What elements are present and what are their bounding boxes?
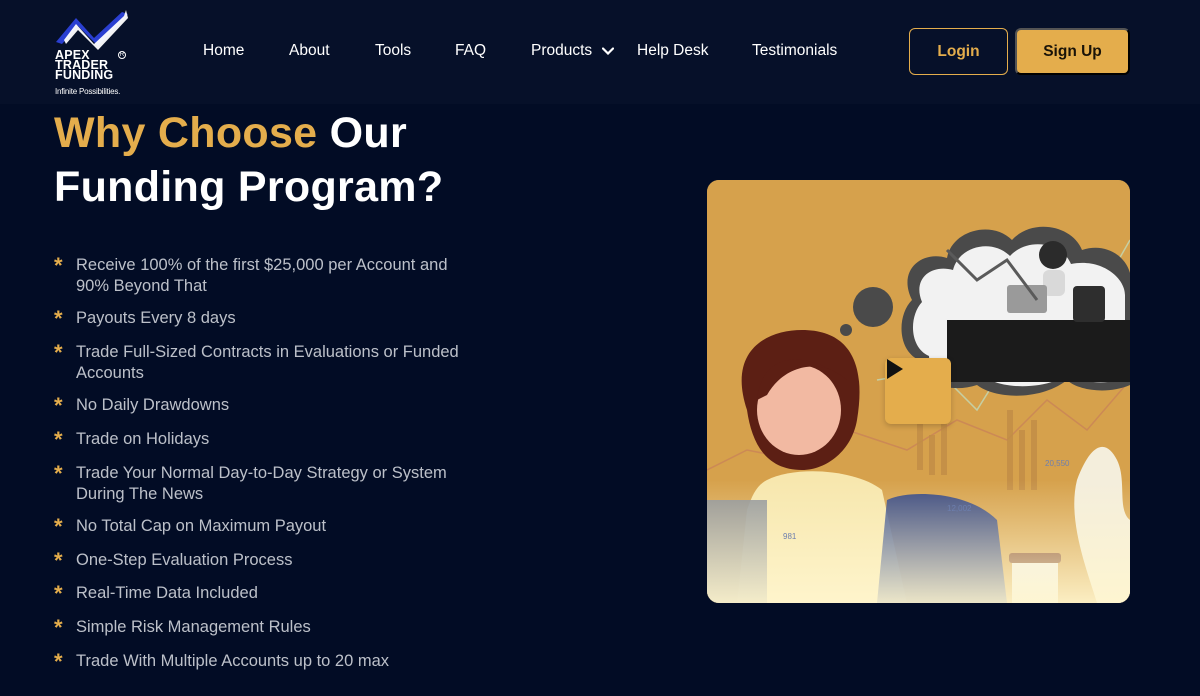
feature-text: Receive 100% of the first $25,000 per Ac… xyxy=(76,256,448,295)
login-button[interactable]: Login xyxy=(909,28,1008,75)
asterisk-icon: * xyxy=(54,649,63,674)
asterisk-icon: * xyxy=(54,393,63,418)
logo-mark-icon xyxy=(56,10,128,50)
feature-text: Trade Full-Sized Contracts in Evaluation… xyxy=(76,343,459,382)
title-rest-2: Funding Program? xyxy=(54,163,444,211)
feature-item: * No Daily Drawdowns xyxy=(54,393,484,418)
asterisk-icon: * xyxy=(54,514,63,539)
asterisk-icon: * xyxy=(54,306,63,331)
nav-tools[interactable]: Tools xyxy=(375,42,411,60)
feature-text: Real-Time Data Included xyxy=(76,584,258,602)
title-rest-1: Our xyxy=(329,109,408,157)
nav-help-desk[interactable]: Help Desk xyxy=(637,42,709,60)
feature-text: No Total Cap on Maximum Payout xyxy=(76,517,327,535)
asterisk-icon: * xyxy=(54,581,63,606)
nav-products-label: Products xyxy=(531,42,593,59)
feature-item: * Trade on Holidays xyxy=(54,427,484,452)
feature-item: * Real-Time Data Included xyxy=(54,581,484,606)
chevron-down-icon xyxy=(602,47,615,55)
feature-text: Trade on Holidays xyxy=(76,430,210,448)
video-thumbnail[interactable]: 20,550 12,002 981 xyxy=(707,180,1130,603)
asterisk-icon: * xyxy=(54,548,63,573)
chart-label-c: 981 xyxy=(783,532,797,541)
feature-item: * No Total Cap on Maximum Payout xyxy=(54,514,484,539)
nav-about[interactable]: About xyxy=(289,42,330,60)
site-header: APEX R TRADER FUNDING Infinite Possibili… xyxy=(0,0,1200,104)
feature-item: * Simple Risk Management Rules xyxy=(54,615,484,640)
feature-item: * Trade With Multiple Accounts up to 20 m… xyxy=(54,649,484,674)
feature-item: * Payouts Every 8 days xyxy=(54,306,484,331)
nav-home[interactable]: Home xyxy=(203,42,244,60)
asterisk-icon: * xyxy=(54,615,63,640)
asterisk-icon: * xyxy=(54,340,63,365)
section-title: Why Choose Our Funding Program? xyxy=(54,106,443,214)
brand-logo[interactable]: APEX R TRADER FUNDING Infinite Possibili… xyxy=(54,8,134,100)
feature-text: Trade Your Normal Day-to-Day Strategy or… xyxy=(76,464,447,503)
chart-label-a: 20,550 xyxy=(1045,459,1070,468)
feature-text: Payouts Every 8 days xyxy=(76,309,236,327)
nav-testimonials[interactable]: Testimonials xyxy=(752,42,837,60)
nav-products[interactable]: Products xyxy=(531,42,615,60)
play-icon xyxy=(887,359,903,379)
feature-text: No Daily Drawdowns xyxy=(76,396,230,414)
brand-tagline: Infinite Possibilities. xyxy=(55,87,121,96)
nav-faq[interactable]: FAQ xyxy=(455,42,486,60)
feature-item: * Trade Full-Sized Contracts in Evaluatio… xyxy=(54,342,484,384)
signup-button[interactable]: Sign Up xyxy=(1015,28,1130,75)
play-button[interactable] xyxy=(885,358,951,424)
chart-label-b: 12,002 xyxy=(947,504,972,513)
brand-name-line3: FUNDING xyxy=(55,68,114,82)
feature-text: Simple Risk Management Rules xyxy=(76,618,311,636)
asterisk-icon: * xyxy=(54,253,63,278)
feature-text: One-Step Evaluation Process xyxy=(76,551,293,569)
feature-item: * Trade Your Normal Day-to-Day Strategy o… xyxy=(54,463,484,505)
feature-item: * Receive 100% of the first $25,000 per A… xyxy=(54,255,484,297)
asterisk-icon: * xyxy=(54,427,63,452)
title-accent: Why Choose xyxy=(54,109,318,157)
asterisk-icon: * xyxy=(54,461,63,486)
registered-mark: R xyxy=(118,51,126,59)
feature-item: * One-Step Evaluation Process xyxy=(54,548,484,573)
feature-text: Trade With Multiple Accounts up to 20 ma… xyxy=(76,652,390,670)
